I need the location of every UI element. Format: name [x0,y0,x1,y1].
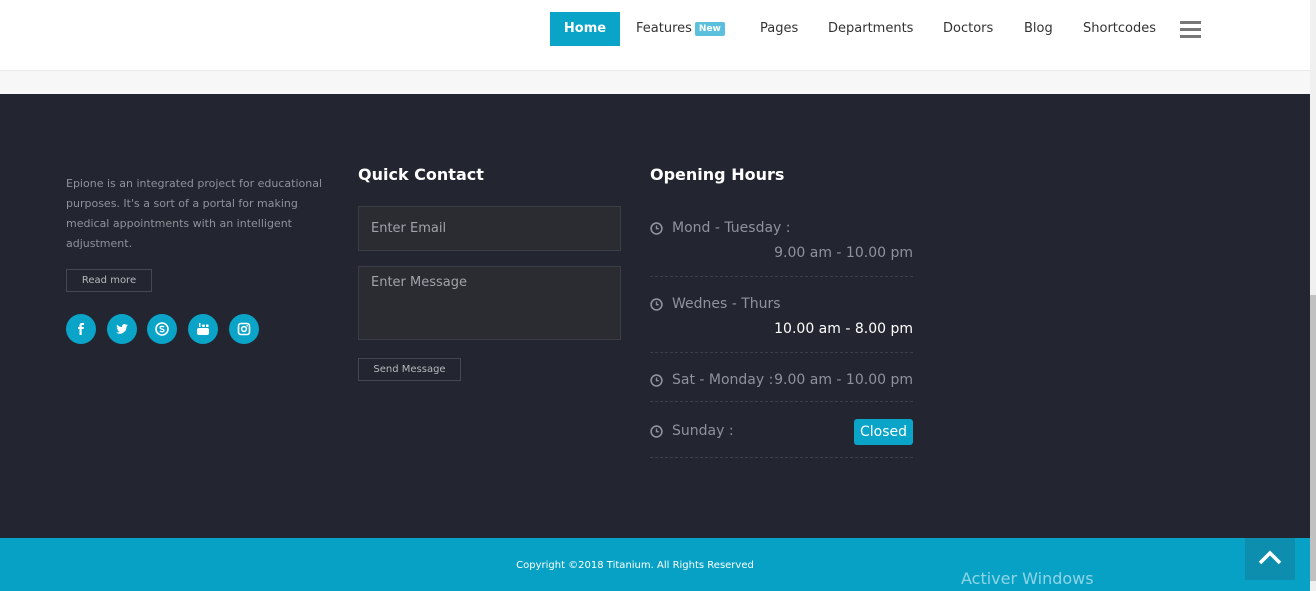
nav-item-home[interactable]: Home [550,12,620,46]
day-label: Sat - Monday : [672,372,774,388]
hours-row: Mond - Tuesday : 9.00 am - 10.00 pm [650,214,913,277]
clock-icon [650,298,663,311]
chevron-up-icon [1258,550,1282,565]
read-more-button[interactable]: Read more [66,269,152,292]
nav-item-departments[interactable]: Departments [828,12,913,46]
site-header: Home Features New Pages Departments Docto… [0,0,1310,70]
email-placeholder: Enter Email [371,221,447,236]
time-label: 10.00 am - 8.00 pm [774,321,913,337]
nav-item-doctors[interactable]: Doctors [943,12,993,46]
hours-row: Sunday : Closed [650,415,913,458]
scrollbar-thumb[interactable] [1310,295,1316,581]
clock-icon [650,374,663,387]
clock-icon [650,425,663,438]
time-label: 9.00 am - 10.00 pm [774,245,913,261]
message-field[interactable]: Enter Message [358,266,621,340]
twitter-icon[interactable] [107,314,137,344]
closed-badge: Closed [853,419,913,445]
facebook-icon[interactable] [66,314,96,344]
back-to-top-button[interactable] [1245,538,1295,580]
clock-icon [650,222,663,235]
hours-row: Wednes - Thurs 10.00 am - 8.00 pm [650,290,913,353]
windows-activation-notice: Activer Windows [961,569,1094,588]
about-text: Epione is an integrated project for educ… [66,177,323,250]
nav-item-blog[interactable]: Blog [1024,12,1053,46]
send-message-button[interactable]: Send Message [358,358,461,381]
nav-item-features[interactable]: Features New [636,12,725,46]
email-field[interactable]: Enter Email [358,206,621,251]
skype-icon[interactable] [147,314,177,344]
time-label: 9.00 am - 10.00 pm [774,372,913,388]
new-badge: New [694,22,725,36]
nav-item-features-label: Features [636,21,692,36]
instagram-icon[interactable] [229,314,259,344]
hours-row: Sat - Monday : 9.00 am - 10.00 pm [650,366,913,402]
message-placeholder: Enter Message [371,275,468,290]
nav-item-shortcodes[interactable]: Shortcodes [1083,12,1156,46]
day-label: Mond - Tuesday : [672,220,791,236]
day-label: Sunday : [672,423,734,439]
opening-hours-title: Opening Hours [650,165,785,184]
quick-contact-title: Quick Contact [358,165,484,184]
header-divider-strip [0,70,1310,94]
hamburger-icon[interactable] [1180,21,1201,38]
nav-item-pages[interactable]: Pages [760,12,798,46]
day-label: Wednes - Thurs [672,296,781,312]
copyright-bar: Copyright ©2018 Titanium. All Rights Res… [0,538,1310,591]
youtube-icon[interactable] [188,314,218,344]
footer: Epione is an integrated project for educ… [0,94,1310,538]
